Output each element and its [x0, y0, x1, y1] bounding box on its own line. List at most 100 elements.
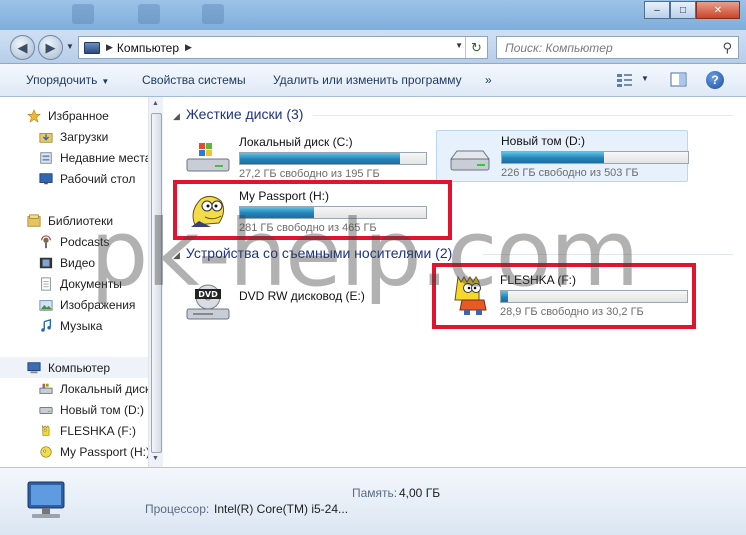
- drive-tile[interactable]: Новый том (D:) 226 ГБ свободно из 503 ГБ: [436, 130, 689, 182]
- video-icon: [39, 257, 53, 268]
- sidebar-item-label: Podcasts: [60, 234, 110, 249]
- sidebar-item-documents[interactable]: Документы: [0, 273, 148, 294]
- address-dropdown-icon[interactable]: ▼: [455, 41, 463, 50]
- libraries-icon: [27, 213, 41, 227]
- processor-label: Процессор:: [145, 502, 210, 516]
- drive-usage-fill: [240, 153, 400, 164]
- sidebar-item-label: Избранное: [48, 108, 109, 123]
- windows-drive-icon: [186, 143, 230, 172]
- section-header-hard-drives[interactable]: ◢ Жесткие диски (3): [173, 106, 303, 122]
- section-header-removable[interactable]: ◢ Устройства со съемными носителями (2): [173, 245, 452, 261]
- sidebar-item-label: Локальный диск: [60, 381, 148, 396]
- section-divider: [483, 254, 733, 255]
- computer-icon: [27, 481, 65, 518]
- forward-button[interactable]: ▶: [38, 35, 63, 60]
- recent-places-icon: [40, 151, 52, 164]
- maximize-button[interactable]: □: [670, 1, 696, 19]
- search-placeholder: Поиск: Компьютер: [505, 41, 613, 55]
- highlight-box-my-passport: [173, 180, 452, 240]
- svg-text:DVD: DVD: [198, 290, 218, 299]
- organize-menu-button[interactable]: Упорядочить ▼: [26, 73, 109, 87]
- dvd-drive-icon: DVD: [186, 284, 230, 320]
- recent-pages-dropdown-icon[interactable]: ▼: [66, 42, 74, 51]
- scrollbar-thumb[interactable]: [151, 113, 162, 453]
- refresh-button[interactable]: ↻: [465, 37, 487, 58]
- sidebar-item-my-passport[interactable]: My Passport (H:): [0, 441, 148, 462]
- sidebar-item-label: Документы: [60, 276, 122, 291]
- memory-value: 4,00 ГБ: [399, 486, 441, 500]
- documents-icon: [41, 276, 51, 291]
- search-input[interactable]: Поиск: Компьютер ⚲: [496, 36, 739, 59]
- system-properties-button[interactable]: Свойства системы: [142, 73, 246, 87]
- breadcrumb-separator-icon[interactable]: ▶: [106, 42, 113, 53]
- view-options-dropdown-icon[interactable]: ▼: [641, 74, 649, 83]
- scroll-up-icon[interactable]: ▲: [152, 100, 159, 107]
- back-button[interactable]: ◀: [10, 35, 35, 60]
- desktop-icon: [39, 172, 53, 184]
- sidebar-item-desktop[interactable]: Рабочий стол: [0, 168, 148, 189]
- drive-name: Новый том (D:): [501, 134, 585, 148]
- sidebar-item-computer[interactable]: Компьютер: [0, 357, 148, 378]
- uninstall-program-button[interactable]: Удалить или изменить программу: [273, 73, 462, 87]
- content-pane: ◢ Жесткие диски (3) Локальный диск (C:) 2…: [163, 97, 746, 467]
- sidebar-item-local-disk[interactable]: Локальный диск: [0, 378, 148, 399]
- sidebar-item-downloads[interactable]: Загрузки: [0, 126, 148, 147]
- drive-free-space: 27,2 ГБ свободно из 195 ГБ: [239, 168, 380, 180]
- star-icon: [27, 108, 41, 123]
- drive-usage-bar: [239, 152, 427, 165]
- hard-drive-icon: [39, 406, 53, 414]
- section-title: Жесткие диски (3): [185, 106, 304, 122]
- computer-icon: [84, 41, 100, 54]
- sidebar-item-pictures[interactable]: Изображения: [0, 294, 148, 315]
- pictures-icon: [39, 299, 53, 311]
- bart-drive-icon: [42, 424, 50, 436]
- sidebar-item-label: Музыка: [60, 318, 103, 333]
- address-bar[interactable]: ▶ Компьютер ▶ ▼ ↻: [78, 36, 488, 59]
- scroll-down-icon[interactable]: ▼: [152, 455, 159, 462]
- preview-pane-icon[interactable]: [670, 72, 688, 88]
- sidebar-item-label: Загрузки: [60, 129, 109, 144]
- memory-label: Память:: [352, 486, 398, 500]
- sidebar-item-label: Изображения: [60, 297, 136, 312]
- window-controls: – □ ✕: [644, 1, 740, 19]
- processor-value: Intel(R) Core(TM) i5-24...: [214, 502, 349, 516]
- drive-tile[interactable]: Локальный диск (C:) 27,2 ГБ свободно из …: [175, 131, 427, 183]
- navigation-bar: ◀ ▶ ▼ ▶ Компьютер ▶ ▼ ↻ Поиск: Компьютер…: [0, 30, 746, 64]
- sidebar-item-label: Рабочий стол: [60, 171, 136, 186]
- music-icon: [41, 318, 52, 332]
- title-bar: – □ ✕: [0, 0, 746, 30]
- sidebar-scrollbar[interactable]: ▲ ▼: [148, 97, 163, 467]
- background-icon: [202, 4, 224, 24]
- computer-icon: [27, 361, 41, 373]
- collapse-icon[interactable]: ◢: [173, 111, 180, 121]
- sidebar-item-recent-places[interactable]: Недавние места: [0, 147, 148, 168]
- search-icon[interactable]: ⚲: [722, 40, 732, 56]
- help-icon[interactable]: ?: [706, 71, 724, 89]
- sidebar-item-fleshka[interactable]: FLESHKA (F:): [0, 420, 148, 441]
- breadcrumb-computer[interactable]: Компьютер: [117, 41, 179, 55]
- sidebar-item-label: Библиотеки: [48, 213, 114, 228]
- close-button[interactable]: ✕: [696, 1, 740, 19]
- sidebar-item-label: My Passport (H:): [60, 444, 148, 459]
- sidebar-item-podcasts[interactable]: Podcasts: [0, 231, 148, 252]
- more-commands-button[interactable]: »: [485, 73, 492, 87]
- drive-tile[interactable]: DVD DVD RW дисковод (E:): [175, 281, 427, 333]
- chevron-down-icon: ▼: [101, 77, 110, 86]
- breadcrumb-separator-icon[interactable]: ▶: [185, 42, 192, 53]
- sidebar-item-label: FLESHKA (F:): [60, 423, 137, 438]
- sidebar-item-music[interactable]: Музыка: [0, 315, 148, 336]
- sidebar-item-libraries[interactable]: Библиотеки: [0, 210, 148, 231]
- section-title: Устройства со съемными носителями (2): [185, 245, 453, 261]
- sidebar-item-video[interactable]: Видео: [0, 252, 148, 273]
- sidebar-item-label: Компьютер: [48, 360, 111, 375]
- sidebar-item-label: Видео: [60, 255, 96, 270]
- sidebar-item-favorites[interactable]: Избранное: [0, 105, 148, 126]
- highlight-box-fleshka: [432, 263, 696, 329]
- minimize-button[interactable]: –: [644, 1, 670, 19]
- drive-free-space: 226 ГБ свободно из 503 ГБ: [501, 167, 639, 179]
- sidebar-item-new-volume[interactable]: Новый том (D:): [0, 399, 148, 420]
- collapse-icon[interactable]: ◢: [173, 250, 180, 260]
- drive-usage-bar: [501, 151, 689, 164]
- organize-label: Упорядочить: [26, 73, 98, 87]
- change-view-icon[interactable]: [616, 72, 634, 88]
